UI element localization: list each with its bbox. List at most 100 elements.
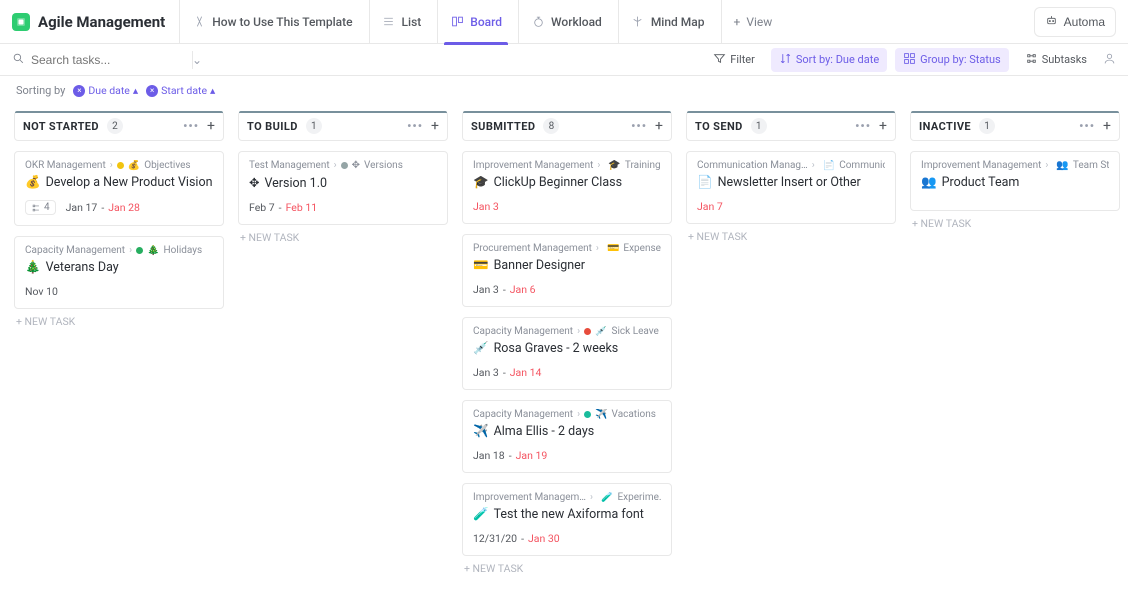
sort-icon (779, 52, 792, 68)
sort-chip-due-date[interactable]: × Due date ▴ (73, 84, 138, 97)
breadcrumb-leaf: Sick Leave (612, 326, 659, 337)
chevron-right-icon: › (597, 160, 600, 171)
new-task-button[interactable]: + NEW TASK (14, 309, 224, 334)
tab-mindmap[interactable]: Mind Map (618, 0, 717, 44)
task-card[interactable]: Capacity Management›🎄Holidays🎄Veterans D… (14, 236, 224, 309)
breadcrumb-leaf: Expenses (623, 243, 661, 254)
task-card[interactable]: Procurement Management›💳Expenses💳Banner … (462, 234, 672, 307)
toolbar: ⌄ Filter Sort by: Due date Group by: Sta… (0, 44, 1128, 76)
card-breadcrumb: Capacity Management›🎄Holidays (25, 245, 213, 256)
card-title: 💳Banner Designer (473, 258, 661, 273)
task-card[interactable]: Improvement Management›🎓Trainings🎓ClickU… (462, 151, 672, 224)
breadcrumb-emoji: ✥ (352, 160, 360, 171)
remove-sort-icon[interactable]: × (146, 85, 158, 97)
task-card[interactable]: Communication Manag…›📄Communica… 📄Newslet… (686, 151, 896, 224)
sort-chip-start-date[interactable]: × Start date ▴ (146, 84, 215, 97)
sort-button[interactable]: Sort by: Due date (771, 48, 887, 72)
card-breadcrumb: Improvement Management›👥Team Status (921, 160, 1109, 171)
search-input[interactable] (31, 53, 186, 67)
card-title: ✥Version 1.0 (249, 175, 437, 191)
new-task-button[interactable]: + NEW TASK (686, 224, 896, 249)
tab-label: Board (470, 15, 502, 29)
tab-label: Mind Map (651, 15, 705, 29)
column-header[interactable]: TO BUILD1•••+ (238, 111, 448, 141)
card-emoji: 💳 (473, 258, 489, 273)
tab-how-to-use[interactable]: How to Use This Template (179, 0, 364, 44)
filter-button[interactable]: Filter (705, 48, 763, 72)
tab-board[interactable]: Board (437, 0, 514, 44)
add-view-button[interactable]: + View (721, 0, 785, 44)
arrow-up-icon: ▴ (133, 84, 138, 97)
task-card[interactable]: Improvement Management›👥Team Status👥Prod… (910, 151, 1120, 211)
start-date: Jan 3 (473, 366, 499, 379)
breadcrumb-leaf: Objectives (144, 160, 190, 171)
column-header[interactable]: NOT STARTED2•••+ (14, 111, 224, 141)
robot-icon (1045, 14, 1058, 30)
task-card[interactable]: Test Management›✥Versions✥Version 1.0Feb… (238, 151, 448, 225)
card-breadcrumb: Test Management›✥Versions (249, 160, 437, 171)
card-dates: Jan 3 - Jan 14 (473, 366, 661, 379)
column-header[interactable]: SUBMITTED8•••+ (462, 111, 672, 141)
subtasks-button[interactable]: Subtasks (1017, 48, 1095, 72)
card-dates: 12/31/20 - Jan 30 (473, 532, 661, 545)
column-menu-button[interactable]: ••• (183, 119, 199, 133)
card-breadcrumb: Communication Manag…›📄Communica… (697, 160, 885, 171)
card-emoji: 💰 (25, 175, 41, 190)
add-task-button[interactable]: + (655, 118, 663, 134)
add-task-button[interactable]: + (207, 118, 215, 134)
task-card[interactable]: Capacity Management›✈️Vacations✈️Alma El… (462, 400, 672, 473)
new-task-button[interactable]: + NEW TASK (462, 556, 672, 581)
card-dates: Jan 3 - Jan 6 (473, 283, 661, 296)
chevron-right-icon: › (577, 409, 580, 420)
task-card[interactable]: Improvement Managem…›🧪Experime…🧪Test the… (462, 483, 672, 556)
column-menu-button[interactable]: ••• (855, 119, 871, 133)
column-title: INACTIVE (919, 120, 971, 133)
search-field[interactable]: ⌄ (12, 52, 182, 68)
column-menu-button[interactable]: ••• (1079, 119, 1095, 133)
breadcrumb-parent: Capacity Management (25, 245, 125, 256)
column-header[interactable]: INACTIVE1•••+ (910, 111, 1120, 141)
breadcrumb-parent: Capacity Management (473, 326, 573, 337)
due-date: Jan 7 (697, 200, 723, 213)
card-emoji: ✈️ (473, 424, 489, 439)
column-header[interactable]: TO SEND1•••+ (686, 111, 896, 141)
search-icon (12, 52, 25, 68)
remove-sort-icon[interactable]: × (73, 85, 85, 97)
card-emoji: 📄 (697, 175, 713, 190)
breadcrumb-parent: Improvement Management (473, 160, 593, 171)
tab-list[interactable]: List (369, 0, 434, 44)
card-breadcrumb: Improvement Management›🎓Trainings (473, 160, 661, 171)
new-task-button[interactable]: + NEW TASK (238, 225, 448, 250)
due-date: Jan 3 (473, 200, 499, 213)
card-breadcrumb: Capacity Management›✈️Vacations (473, 409, 661, 420)
breadcrumb-parent: Procurement Management (473, 243, 592, 254)
automations-button[interactable]: Automa (1034, 7, 1116, 37)
board-column: NOT STARTED2•••+OKR Management›💰Objectiv… (14, 111, 224, 334)
new-task-button[interactable]: + NEW TASK (910, 211, 1120, 236)
sort-chip-label: Start date (161, 84, 207, 97)
automations-label: Automa (1064, 15, 1105, 29)
breadcrumb-leaf: Communica… (839, 160, 885, 171)
chevron-right-icon: › (577, 326, 580, 337)
date-separator: - (503, 283, 506, 296)
person-icon[interactable] (1103, 52, 1116, 68)
column-menu-button[interactable]: ••• (631, 119, 647, 133)
date-separator: - (101, 201, 104, 214)
due-date: Jan 14 (510, 366, 542, 379)
due-date: Jan 6 (510, 283, 536, 296)
chevron-right-icon: › (590, 492, 593, 503)
add-task-button[interactable]: + (1103, 118, 1111, 134)
card-title: 📄Newsletter Insert or Other (697, 175, 885, 190)
task-card[interactable]: OKR Management›💰Objectives💰Develop a New… (14, 151, 224, 226)
column-menu-button[interactable]: ••• (407, 119, 423, 133)
group-button[interactable]: Group by: Status (895, 48, 1009, 72)
task-card[interactable]: Capacity Management›💉Sick Leave💉Rosa Gra… (462, 317, 672, 390)
tab-workload[interactable]: Workload (518, 0, 614, 44)
board-column: TO SEND1•••+Communication Manag…›📄Commun… (686, 111, 896, 249)
add-task-button[interactable]: + (431, 118, 439, 134)
add-task-button[interactable]: + (879, 118, 887, 134)
top-bar: Agile Management How to Use This Templat… (0, 0, 1128, 44)
column-count: 8 (543, 118, 559, 134)
chevron-down-icon[interactable]: ⌄ (192, 53, 202, 67)
card-emoji: 🧪 (473, 507, 489, 522)
